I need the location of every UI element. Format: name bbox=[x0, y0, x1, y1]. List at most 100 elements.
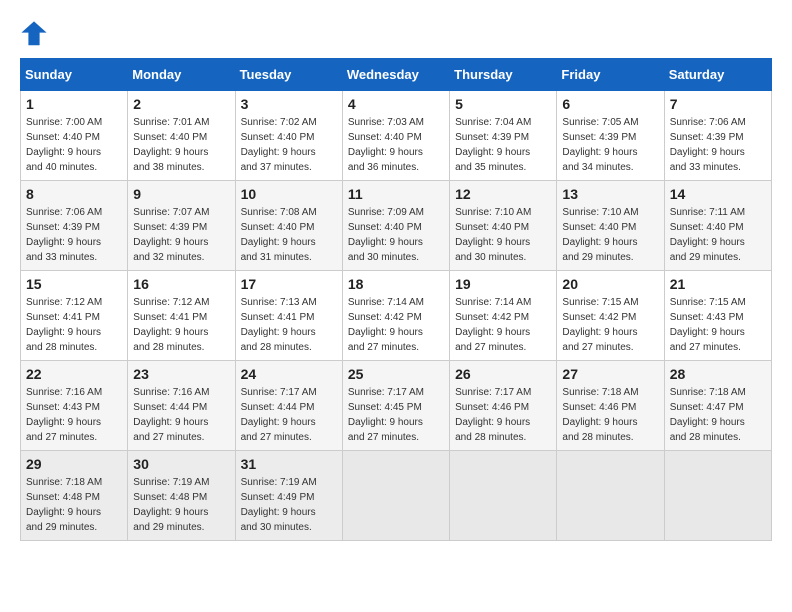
weekday-header-monday: Monday bbox=[128, 59, 235, 91]
day-info: Sunrise: 7:15 AMSunset: 4:43 PMDaylight:… bbox=[670, 295, 766, 355]
weekday-header-sunday: Sunday bbox=[21, 59, 128, 91]
daylight-minutes: and 40 minutes. bbox=[26, 162, 97, 173]
calendar-cell: 19 Sunrise: 7:14 AMSunset: 4:42 PMDayligh… bbox=[450, 271, 557, 361]
calendar-cell: 20Sunrise: 7:15 AMSunset: 4:42 PMDayligh… bbox=[557, 271, 664, 361]
day-number: 19 bbox=[455, 276, 551, 292]
daylight-hours: Daylight: 9 hours bbox=[241, 417, 316, 428]
logo bbox=[20, 20, 52, 48]
daylight-minutes: and 29 minutes. bbox=[670, 252, 741, 263]
calendar-cell: 27Sunrise: 7:18 AMSunset: 4:46 PMDayligh… bbox=[557, 361, 664, 451]
day-number: 27 bbox=[562, 366, 658, 382]
day-number: 11 bbox=[348, 186, 444, 202]
daylight-hours: Daylight: 9 hours bbox=[670, 327, 745, 338]
day-number: 4 bbox=[348, 96, 444, 112]
day-info: Sunrise: 7:08 AMSunset: 4:40 PMDaylight:… bbox=[241, 205, 337, 265]
day-info: Sunrise: 7:17 AMSunset: 4:45 PMDaylight:… bbox=[348, 385, 444, 445]
day-info: Sunrise: 7:13 AMSunset: 4:41 PMDaylight:… bbox=[241, 295, 337, 355]
week-row-2: 8Sunrise: 7:06 AMSunset: 4:39 PMDaylight… bbox=[21, 181, 772, 271]
calendar-cell bbox=[342, 451, 449, 541]
day-number: 5 bbox=[455, 96, 551, 112]
daylight-hours: Daylight: 9 hours bbox=[133, 327, 208, 338]
daylight-hours: Daylight: 9 hours bbox=[26, 327, 101, 338]
calendar-cell: 9Sunrise: 7:07 AMSunset: 4:39 PMDaylight… bbox=[128, 181, 235, 271]
calendar-cell: 3Sunrise: 7:02 AMSunset: 4:40 PMDaylight… bbox=[235, 91, 342, 181]
daylight-hours: Daylight: 9 hours bbox=[348, 147, 423, 158]
day-info: Sunrise: 7:16 AMSunset: 4:44 PMDaylight:… bbox=[133, 385, 229, 445]
daylight-minutes: and 38 minutes. bbox=[133, 162, 204, 173]
calendar-cell: 17Sunrise: 7:13 AMSunset: 4:41 PMDayligh… bbox=[235, 271, 342, 361]
calendar-cell: 5 Sunrise: 7:04 AMSunset: 4:39 PMDaylight… bbox=[450, 91, 557, 181]
weekday-header-thursday: Thursday bbox=[450, 59, 557, 91]
daylight-hours: Daylight: 9 hours bbox=[455, 327, 530, 338]
day-number: 12 bbox=[455, 186, 551, 202]
daylight-minutes: and 28 minutes. bbox=[241, 342, 312, 353]
day-number: 21 bbox=[670, 276, 766, 292]
daylight-minutes: and 37 minutes. bbox=[241, 162, 312, 173]
weekday-header-saturday: Saturday bbox=[664, 59, 771, 91]
calendar-cell: 1Sunrise: 7:00 AMSunset: 4:40 PMDaylight… bbox=[21, 91, 128, 181]
daylight-minutes: and 28 minutes. bbox=[455, 432, 526, 443]
calendar-cell: 28 Sunrise: 7:18 AMSunset: 4:47 PMDayligh… bbox=[664, 361, 771, 451]
daylight-minutes: and 27 minutes. bbox=[562, 342, 633, 353]
calendar-cell: 31Sunrise: 7:19 AMSunset: 4:49 PMDayligh… bbox=[235, 451, 342, 541]
daylight-hours: Daylight: 9 hours bbox=[455, 417, 530, 428]
calendar-cell: 6Sunrise: 7:05 AMSunset: 4:39 PMDaylight… bbox=[557, 91, 664, 181]
day-info: Sunrise: 7:18 AMSunset: 4:47 PMDaylight:… bbox=[670, 385, 766, 445]
daylight-hours: Daylight: 9 hours bbox=[133, 507, 208, 518]
day-number: 2 bbox=[133, 96, 229, 112]
daylight-hours: Daylight: 9 hours bbox=[562, 147, 637, 158]
week-row-5: 29Sunrise: 7:18 AMSunset: 4:48 PMDayligh… bbox=[21, 451, 772, 541]
daylight-minutes: and 28 minutes. bbox=[133, 342, 204, 353]
daylight-minutes: and 27 minutes. bbox=[348, 342, 419, 353]
daylight-hours: Daylight: 9 hours bbox=[241, 237, 316, 248]
day-info: Sunrise: 7:16 AMSunset: 4:43 PMDaylight:… bbox=[26, 385, 122, 445]
calendar-cell: 18Sunrise: 7:14 AMSunset: 4:42 PMDayligh… bbox=[342, 271, 449, 361]
daylight-hours: Daylight: 9 hours bbox=[670, 417, 745, 428]
day-info: Sunrise: 7:04 AMSunset: 4:39 PMDaylight:… bbox=[455, 115, 551, 175]
day-info: Sunrise: 7:12 AMSunset: 4:41 PMDaylight:… bbox=[133, 295, 229, 355]
calendar-cell bbox=[557, 451, 664, 541]
daylight-hours: Daylight: 9 hours bbox=[562, 417, 637, 428]
daylight-hours: Daylight: 9 hours bbox=[26, 237, 101, 248]
daylight-minutes: and 29 minutes. bbox=[133, 522, 204, 533]
day-info: Sunrise: 7:17 AMSunset: 4:44 PMDaylight:… bbox=[241, 385, 337, 445]
day-info: Sunrise: 7:10 AMSunset: 4:40 PMDaylight:… bbox=[455, 205, 551, 265]
daylight-hours: Daylight: 9 hours bbox=[241, 507, 316, 518]
daylight-minutes: and 33 minutes. bbox=[26, 252, 97, 263]
daylight-minutes: and 29 minutes. bbox=[562, 252, 633, 263]
daylight-minutes: and 36 minutes. bbox=[348, 162, 419, 173]
daylight-hours: Daylight: 9 hours bbox=[133, 147, 208, 158]
day-info: Sunrise: 7:19 AMSunset: 4:48 PMDaylight:… bbox=[133, 475, 229, 535]
daylight-minutes: and 35 minutes. bbox=[455, 162, 526, 173]
calendar-cell: 29Sunrise: 7:18 AMSunset: 4:48 PMDayligh… bbox=[21, 451, 128, 541]
day-number: 28 bbox=[670, 366, 766, 382]
day-info: Sunrise: 7:19 AMSunset: 4:49 PMDaylight:… bbox=[241, 475, 337, 535]
calendar-cell: 14Sunrise: 7:11 AMSunset: 4:40 PMDayligh… bbox=[664, 181, 771, 271]
header-row: SundayMondayTuesdayWednesdayThursdayFrid… bbox=[21, 59, 772, 91]
day-info: Sunrise: 7:09 AMSunset: 4:40 PMDaylight:… bbox=[348, 205, 444, 265]
daylight-hours: Daylight: 9 hours bbox=[133, 237, 208, 248]
daylight-minutes: and 34 minutes. bbox=[562, 162, 633, 173]
calendar-cell: 8Sunrise: 7:06 AMSunset: 4:39 PMDaylight… bbox=[21, 181, 128, 271]
daylight-hours: Daylight: 9 hours bbox=[348, 417, 423, 428]
daylight-hours: Daylight: 9 hours bbox=[348, 237, 423, 248]
logo-icon bbox=[20, 20, 48, 48]
day-info: Sunrise: 7:01 AMSunset: 4:40 PMDaylight:… bbox=[133, 115, 229, 175]
calendar-cell: 12 Sunrise: 7:10 AMSunset: 4:40 PMDayligh… bbox=[450, 181, 557, 271]
weekday-header-tuesday: Tuesday bbox=[235, 59, 342, 91]
daylight-hours: Daylight: 9 hours bbox=[26, 147, 101, 158]
day-info: Sunrise: 7:10 AMSunset: 4:40 PMDaylight:… bbox=[562, 205, 658, 265]
day-number: 24 bbox=[241, 366, 337, 382]
daylight-minutes: and 27 minutes. bbox=[455, 342, 526, 353]
daylight-minutes: and 28 minutes. bbox=[670, 432, 741, 443]
calendar-body: 1Sunrise: 7:00 AMSunset: 4:40 PMDaylight… bbox=[21, 91, 772, 541]
day-number: 10 bbox=[241, 186, 337, 202]
day-info: Sunrise: 7:06 AMSunset: 4:39 PMDaylight:… bbox=[670, 115, 766, 175]
day-number: 25 bbox=[348, 366, 444, 382]
day-info: Sunrise: 7:14 AMSunset: 4:42 PMDaylight:… bbox=[455, 295, 551, 355]
weekday-header-wednesday: Wednesday bbox=[342, 59, 449, 91]
calendar-cell: 16Sunrise: 7:12 AMSunset: 4:41 PMDayligh… bbox=[128, 271, 235, 361]
day-number: 9 bbox=[133, 186, 229, 202]
daylight-minutes: and 28 minutes. bbox=[562, 432, 633, 443]
day-number: 26 bbox=[455, 366, 551, 382]
